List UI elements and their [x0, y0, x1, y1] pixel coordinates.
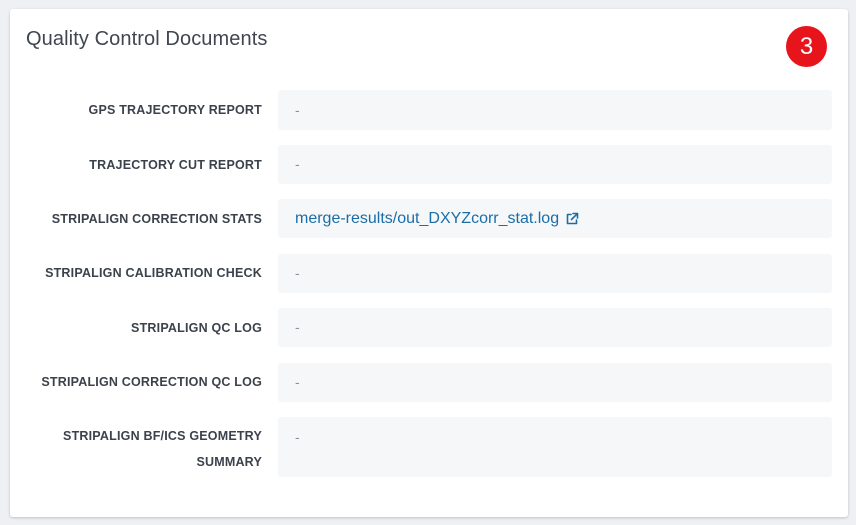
row-label: STRIPALIGN CALIBRATION CHECK — [45, 266, 262, 280]
external-link-icon — [566, 212, 579, 224]
qc-row-stripalign-correction-qc-log: STRIPALIGN CORRECTION QC LOG - — [10, 363, 848, 402]
empty-value: - — [295, 102, 300, 118]
qc-documents-card: Quality Control Documents 3 GPS TRAJECTO… — [10, 9, 848, 517]
qc-row-gps-trajectory-report: GPS TRAJECTORY REPORT - — [10, 90, 848, 130]
row-value: - — [278, 417, 832, 477]
row-value: - — [278, 90, 832, 130]
empty-value: - — [295, 429, 300, 445]
qc-row-stripalign-correction-stats: STRIPALIGN CORRECTION STATS merge-result… — [10, 199, 848, 238]
correction-stats-link[interactable]: merge-results/out_DXYZcorr_stat.log — [295, 199, 579, 238]
empty-value: - — [295, 319, 300, 335]
row-label: GPS TRAJECTORY REPORT — [88, 103, 262, 117]
row-value: - — [278, 145, 832, 184]
row-label: STRIPALIGN QC LOG — [131, 321, 262, 335]
qc-row-stripalign-qc-log: STRIPALIGN QC LOG - — [10, 308, 848, 347]
row-label: TRAJECTORY CUT REPORT — [89, 158, 262, 172]
empty-value: - — [295, 265, 300, 281]
qc-row-trajectory-cut-report: TRAJECTORY CUT REPORT - — [10, 145, 848, 184]
row-label: STRIPALIGN CORRECTION QC LOG — [41, 375, 262, 389]
empty-value: - — [295, 156, 300, 172]
step-number-badge: 3 — [786, 26, 827, 67]
row-value: - — [278, 254, 832, 293]
row-label-line-1: STRIPALIGN BF/ICS GEOMETRY — [63, 429, 262, 443]
row-label: STRIPALIGN CORRECTION STATS — [51, 212, 262, 226]
row-value: - — [278, 363, 832, 402]
empty-value: - — [295, 374, 300, 390]
qc-row-stripalign-calibration-check: STRIPALIGN CALIBRATION CHECK - — [10, 254, 848, 293]
row-value: - — [278, 308, 832, 347]
row-value: merge-results/out_DXYZcorr_stat.log — [278, 199, 832, 238]
qc-row-stripalign-geometry-summary: STRIPALIGN BF/ICS GEOMETRY SUMMARY - — [10, 417, 848, 477]
row-label-line-2: SUMMARY — [196, 455, 262, 469]
link-text: merge-results/out_DXYZcorr_stat.log — [295, 210, 560, 227]
row-label: STRIPALIGN BF/ICS GEOMETRY SUMMARY — [22, 423, 262, 475]
card-title: Quality Control Documents — [26, 28, 268, 50]
